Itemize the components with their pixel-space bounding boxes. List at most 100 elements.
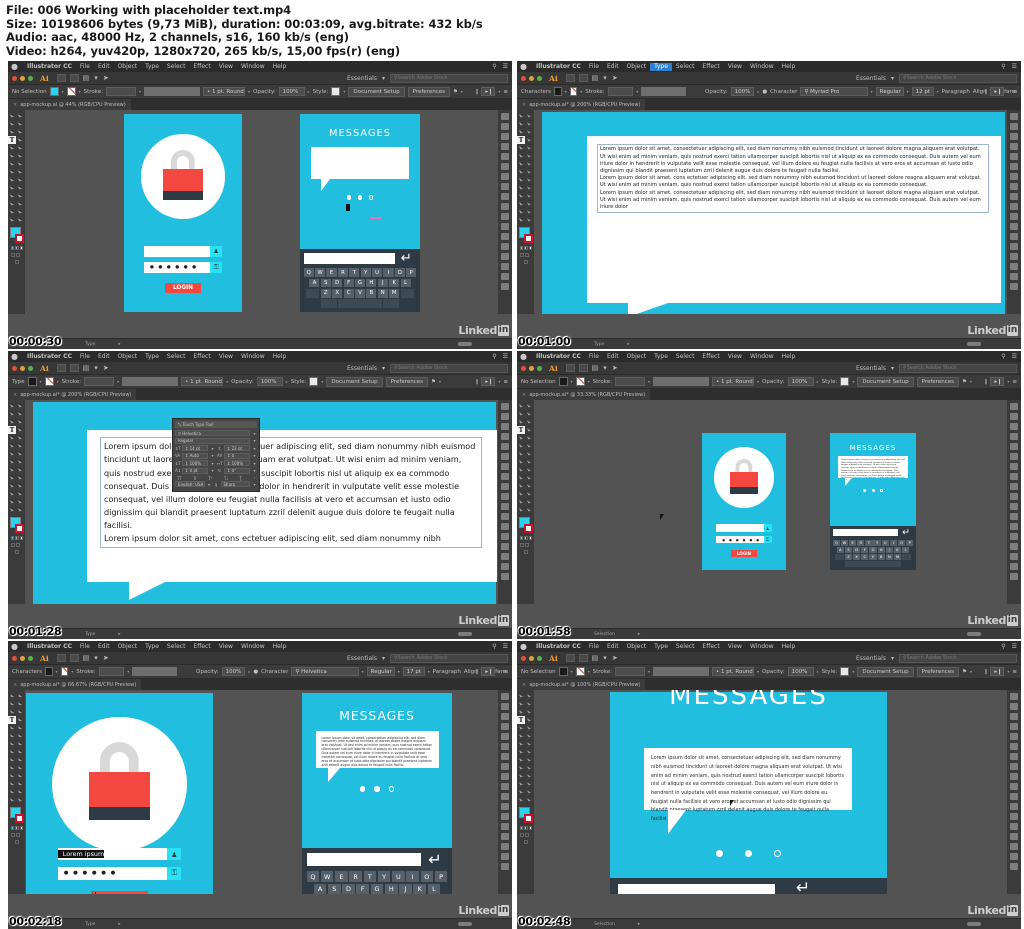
transparency-panel-icon[interactable] — [1010, 733, 1018, 741]
width-tool[interactable] — [8, 168, 16, 176]
rectangle-tool[interactable] — [8, 724, 16, 732]
key-I[interactable]: I — [383, 268, 394, 277]
chevron-down-icon[interactable]: ▾ — [428, 669, 430, 674]
free-transform-tool[interactable] — [525, 748, 533, 756]
menu-item-object[interactable]: Object — [623, 643, 651, 651]
pagination-dot-1[interactable] — [716, 850, 723, 858]
key-N[interactable]: N — [885, 554, 893, 561]
hand-tool[interactable] — [525, 498, 533, 506]
links-panel-icon[interactable] — [501, 863, 509, 871]
opacity-field[interactable]: 100% — [787, 667, 814, 677]
key-C[interactable]: C — [343, 289, 354, 298]
minimize-button[interactable] — [20, 365, 25, 371]
color-guide-icon[interactable] — [501, 703, 509, 711]
font-style-field[interactable]: Regular — [175, 437, 250, 444]
menu-item-help[interactable]: Help — [778, 63, 800, 71]
tracking-field[interactable]: ↕ 0 — [224, 452, 250, 459]
none-button[interactable] — [19, 246, 23, 251]
menu-item-view[interactable]: View — [215, 63, 237, 71]
chevron-down-icon[interactable]: ▾ — [461, 89, 463, 94]
document-setup-button[interactable]: Document Setup — [857, 376, 914, 387]
eyedropper-tool[interactable] — [525, 474, 533, 482]
paintbrush-tool[interactable] — [16, 434, 24, 442]
swatches-panel-icon[interactable] — [1010, 523, 1018, 531]
blend-tool[interactable] — [517, 192, 525, 200]
stroke-profile-field[interactable]: • 1 pt. Round — [203, 87, 246, 97]
menu-item-view[interactable]: View — [724, 353, 746, 361]
brushes-panel-icon[interactable] — [501, 513, 509, 521]
video-thumbnail-4[interactable]: ● Illustrator CC File Edit Object Type Select E… — [517, 351, 1021, 640]
search-icon[interactable]: ⚲ — [492, 353, 496, 360]
pagination-dot-3[interactable] — [388, 786, 394, 792]
graphic-style-swatch[interactable] — [331, 87, 341, 97]
key-B[interactable]: B — [366, 289, 377, 298]
pen-tool[interactable] — [8, 708, 16, 716]
align-options-field[interactable]: ▸❙ — [481, 667, 496, 677]
artboards-panel-icon[interactable] — [1010, 483, 1018, 491]
chevron-down-icon[interactable]: ▾ — [891, 365, 894, 372]
menu-item-effect[interactable]: Effect — [698, 643, 723, 651]
apple-menu-icon[interactable]: ● — [11, 62, 18, 71]
menu-item-window[interactable]: Window — [237, 63, 269, 71]
chevron-down-icon[interactable]: ▾ — [636, 89, 638, 94]
slice-tool[interactable] — [8, 498, 16, 506]
transform-panel-icon[interactable] — [501, 263, 509, 271]
chevron-down-icon[interactable]: ▾ — [648, 379, 650, 384]
apple-menu-icon[interactable]: ● — [520, 62, 527, 71]
status-caret-icon[interactable]: ▸ — [638, 632, 640, 637]
key-E[interactable]: E — [326, 268, 337, 277]
maximize-button[interactable] — [28, 75, 33, 81]
canvas-area[interactable]: ♟ ● ● ● ● ● ● ⚿ LOGIN MESSAGES ↵ Q W E R T Y U I O P A S D… — [25, 110, 498, 315]
key-K[interactable]: K — [389, 278, 400, 288]
stroke-profile-field[interactable]: • 1 pt. Round — [712, 667, 755, 677]
font-style-field[interactable]: Regular — [875, 87, 904, 97]
key-U[interactable]: U — [392, 871, 405, 882]
menu-item-select[interactable]: Select — [672, 63, 699, 71]
document-setup-button[interactable]: Document Setup — [857, 666, 914, 677]
video-thumbnail-1[interactable]: ● Illustrator CC File Edit Object Type Select E… — [8, 61, 512, 350]
workspace-switcher[interactable]: Essentials — [856, 365, 886, 372]
width-tool[interactable] — [517, 168, 525, 176]
stroke-weight-field[interactable] — [98, 667, 125, 677]
zoom-tool[interactable] — [8, 216, 16, 224]
horizontal-scrollbar[interactable] — [967, 922, 981, 927]
align-options-field[interactable]: ▸❙ — [990, 377, 1005, 387]
brushes-panel-icon[interactable] — [1010, 513, 1018, 521]
key-A[interactable]: A — [313, 884, 327, 895]
search-icon[interactable]: ⚲ — [1001, 643, 1005, 650]
maximize-button[interactable] — [537, 365, 542, 371]
align-options-field[interactable]: ▸❙ — [481, 87, 496, 97]
libraries-panel-icon[interactable] — [501, 493, 509, 501]
rotate-tool[interactable] — [8, 160, 16, 168]
appearance-panel-icon[interactable] — [501, 453, 509, 461]
adobe-stock-search[interactable]: ⚲ Search Adobe Stock — [899, 73, 1017, 83]
send-icon[interactable]: ➤ — [103, 654, 109, 662]
bridge-icon[interactable] — [565, 364, 575, 373]
paintbrush-tool[interactable] — [525, 724, 533, 732]
pathfinder-icon[interactable] — [501, 533, 509, 541]
font-style-field[interactable]: Regular — [366, 667, 395, 677]
send-icon[interactable]: ➤ — [103, 364, 109, 372]
drag-handle[interactable]: ‖ — [985, 669, 988, 675]
paintbrush-tool[interactable] — [525, 434, 533, 442]
pathfinder-icon[interactable] — [1010, 823, 1018, 831]
bridge-icon[interactable] — [56, 364, 66, 373]
status-caret-icon[interactable]: ▸ — [118, 632, 120, 637]
eyedropper-tool[interactable] — [16, 184, 24, 192]
chevron-down-icon[interactable]: ▾ — [603, 74, 607, 82]
blend-tool[interactable] — [517, 772, 525, 780]
align-panel-icon[interactable] — [1010, 253, 1018, 261]
symbols-panel-icon[interactable] — [501, 793, 509, 801]
pagination-dot-1[interactable] — [863, 489, 867, 493]
key-Z[interactable]: Z — [320, 289, 331, 298]
chevron-down-icon[interactable]: ▾ — [62, 89, 64, 94]
zoom-tool[interactable] — [8, 796, 16, 804]
line-segment-tool[interactable] — [525, 716, 533, 724]
pathfinder-icon[interactable] — [1010, 533, 1018, 541]
slice-tool[interactable] — [517, 498, 525, 506]
preferences-button[interactable]: Preferences — [407, 86, 450, 97]
hand-tool[interactable] — [525, 788, 533, 796]
fill-swatch[interactable] — [27, 377, 37, 387]
width-tool[interactable] — [8, 748, 16, 756]
pencil-tool[interactable] — [16, 152, 24, 160]
